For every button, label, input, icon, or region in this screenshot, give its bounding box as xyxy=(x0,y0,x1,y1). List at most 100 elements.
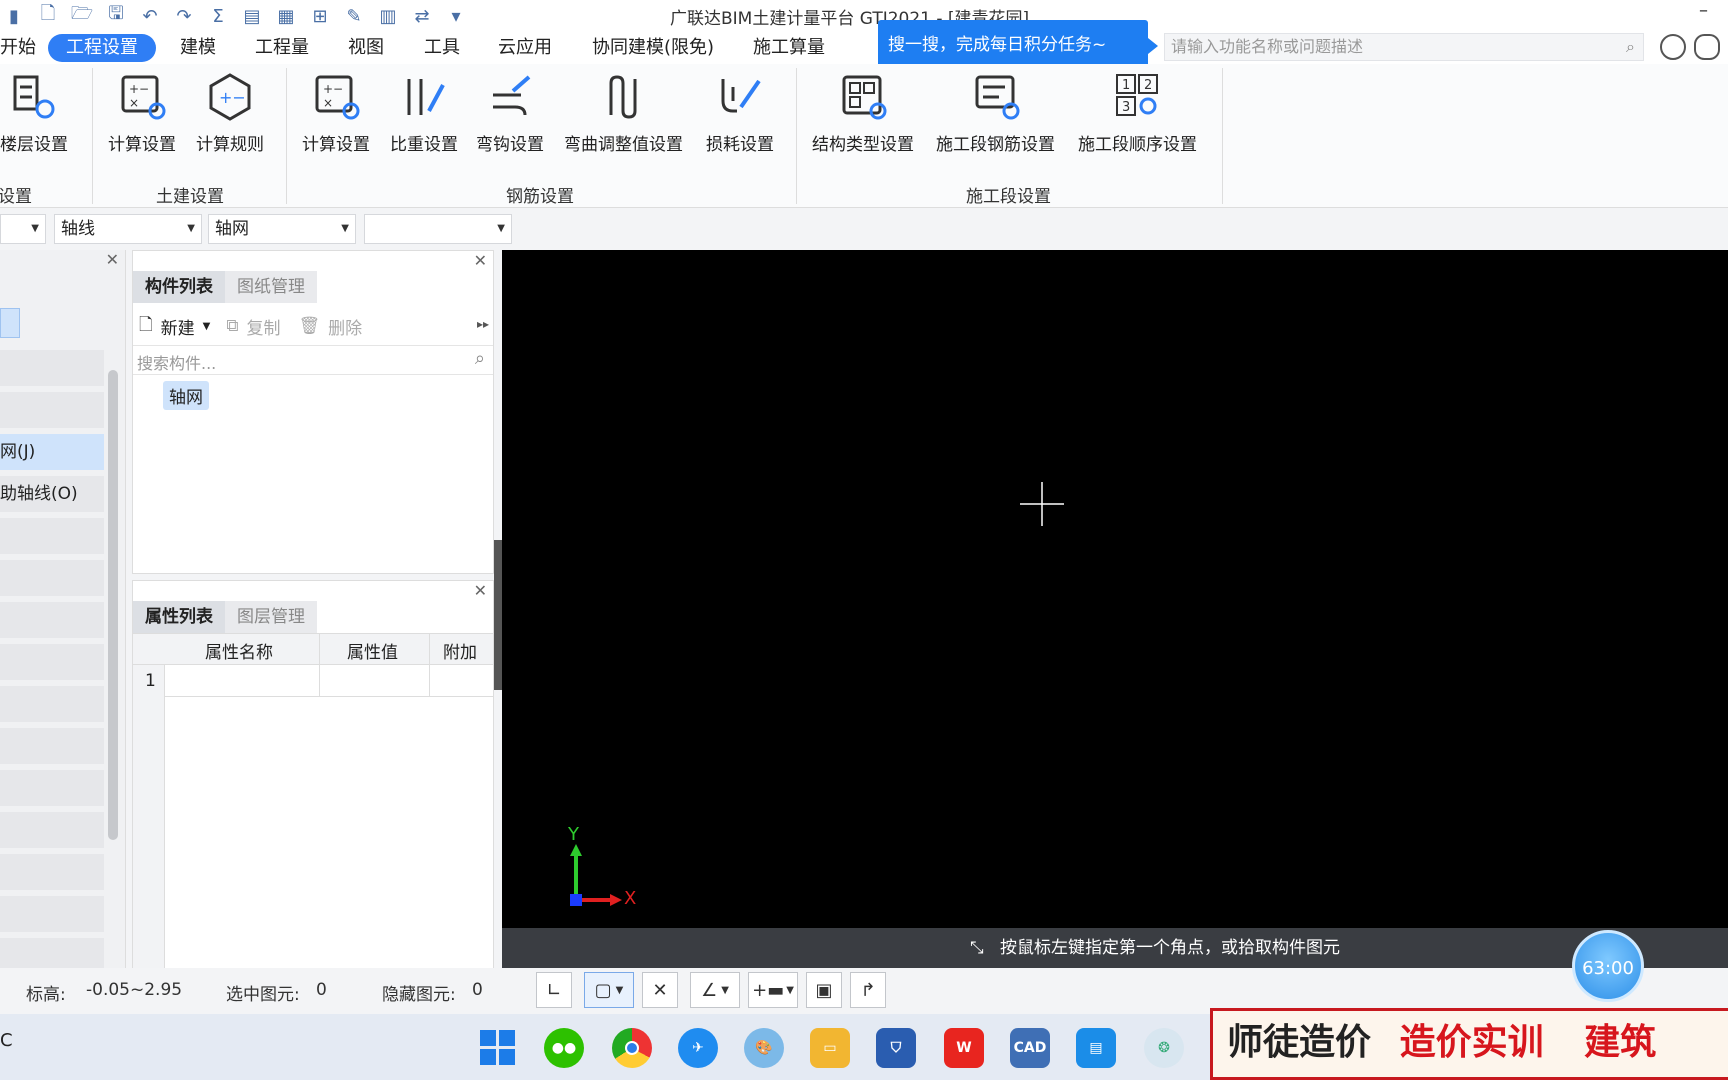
tab-property-list[interactable]: 属性列表 xyxy=(133,601,225,633)
tab-component-list[interactable]: 构件列表 xyxy=(133,271,225,303)
bend-adjust-settings-button[interactable]: 弯曲调整值设置 xyxy=(564,68,683,155)
col-extra: 附加 xyxy=(443,643,477,663)
nav-item[interactable] xyxy=(0,686,104,722)
menu-icon[interactable]: ▮ xyxy=(0,4,28,28)
new-button[interactable]: 新建 xyxy=(161,314,195,339)
redo-icon[interactable]: ↷ xyxy=(170,4,198,28)
hook-settings-button[interactable]: 弯钩设置 xyxy=(476,68,544,155)
component-search-input[interactable]: 搜索构件... ⌕ xyxy=(133,345,493,375)
minimize-button[interactable]: – xyxy=(1699,0,1708,21)
scrollbar[interactable] xyxy=(108,370,118,840)
nav-item[interactable] xyxy=(0,896,104,932)
nav-item[interactable] xyxy=(0,854,104,890)
cross-select-icon[interactable]: ✕ xyxy=(642,972,678,1008)
type-select[interactable]: 轴网 ▼ xyxy=(208,214,356,244)
search-icon[interactable]: ⌕ xyxy=(475,348,485,369)
more-icon[interactable]: ▸▸ xyxy=(477,317,489,331)
arc-icon[interactable]: ↱ xyxy=(850,972,886,1008)
menu-project-settings[interactable]: 工程设置 xyxy=(48,34,156,62)
component-select[interactable]: ▼ xyxy=(364,214,512,244)
chevron-down-icon[interactable]: ▼ xyxy=(203,321,211,332)
close-icon[interactable]: ✕ xyxy=(474,581,487,600)
chat-icon[interactable] xyxy=(1694,34,1720,60)
pen-icon[interactable]: ✎ xyxy=(340,4,368,28)
wechat-icon[interactable]: ●● xyxy=(544,1028,584,1068)
feishu-icon[interactable]: ✈ xyxy=(678,1028,718,1068)
nav-item-aux-axis[interactable]: 助轴线(O) xyxy=(0,476,104,512)
nav-item[interactable] xyxy=(0,518,104,554)
close-icon[interactable]: ✕ xyxy=(106,250,119,269)
save-icon[interactable]: 🖫 xyxy=(102,3,130,28)
wps-icon[interactable]: W xyxy=(944,1028,984,1068)
paint-icon[interactable]: 🎨 xyxy=(744,1028,784,1068)
floor-settings-button[interactable]: 楼层设置 xyxy=(0,68,68,155)
copy-button[interactable]: 复制 xyxy=(247,314,281,339)
offset-snap-icon[interactable]: +▬ ▼ xyxy=(748,972,798,1008)
nav-item[interactable] xyxy=(0,560,104,596)
nav-item-grid[interactable]: 网(J) xyxy=(0,434,104,470)
menu-construction[interactable]: 施工算量 xyxy=(743,34,835,62)
civil-calc-settings-button[interactable]: +− × 计算设置 xyxy=(108,68,176,155)
customize-dropdown-icon[interactable]: ▾ xyxy=(442,4,470,28)
sum-icon[interactable]: Σ xyxy=(204,4,232,28)
display-icon[interactable]: ▣ xyxy=(806,972,842,1008)
angle-snap-icon[interactable]: ∠ ▼ xyxy=(690,972,740,1008)
drawing-canvas[interactable]: Y X xyxy=(502,250,1728,928)
tab-layer-management[interactable]: 图层管理 xyxy=(225,601,317,633)
new-file-icon[interactable]: 🗋 xyxy=(34,3,62,28)
nav-item[interactable] xyxy=(0,812,104,848)
chrome-icon[interactable] xyxy=(612,1028,652,1068)
stage-rebar-settings-button[interactable]: 施工段钢筋设置 xyxy=(936,68,1055,155)
calc-rules-button[interactable]: +− 计算规则 xyxy=(196,68,264,155)
select-mode-icon[interactable]: ▢ ▼ xyxy=(584,972,634,1008)
nav-item[interactable] xyxy=(0,770,104,806)
undo-icon[interactable]: ↶ xyxy=(136,4,164,28)
grid-icon[interactable]: ⊞ xyxy=(306,4,334,28)
menu-quantity[interactable]: 工程量 xyxy=(245,34,319,62)
table-icon[interactable]: ▦ xyxy=(272,4,300,28)
nav-item[interactable] xyxy=(0,602,104,638)
menu-collab[interactable]: 协同建模(限免) xyxy=(582,34,724,62)
weight-settings-button[interactable]: 比重设置 xyxy=(390,68,458,155)
splitter-handle[interactable] xyxy=(494,540,502,690)
category-select[interactable]: 轴线 ▼ xyxy=(54,214,202,244)
nav-item[interactable] xyxy=(0,392,104,428)
user-icon[interactable] xyxy=(1660,34,1686,60)
menu-tools[interactable]: 工具 xyxy=(414,34,470,62)
nav-item[interactable] xyxy=(0,350,104,386)
search-icon[interactable]: ⌕ xyxy=(1626,34,1635,60)
component-item-grid[interactable]: 轴网 xyxy=(163,381,209,410)
menu-cloud[interactable]: 云应用 xyxy=(488,34,562,62)
file-explorer-icon[interactable]: ▭ xyxy=(810,1028,850,1068)
open-folder-icon[interactable]: 🗁 xyxy=(68,3,96,28)
cad-icon[interactable]: CAD xyxy=(1010,1028,1050,1068)
loss-settings-button[interactable]: 损耗设置 xyxy=(706,68,774,155)
collapse-icon[interactable]: ⤡ xyxy=(970,928,984,968)
app-swirl-icon[interactable]: ❂ xyxy=(1144,1028,1184,1068)
menu-view[interactable]: 视图 xyxy=(338,34,394,62)
list-view-icon[interactable] xyxy=(0,308,20,338)
security-shield-icon[interactable]: ⛉ xyxy=(876,1028,916,1068)
stage-order-settings-button[interactable]: 123 施工段顺序设置 xyxy=(1078,68,1197,155)
nav-item[interactable] xyxy=(0,644,104,680)
tab-drawing-management[interactable]: 图纸管理 xyxy=(225,271,317,303)
table-row[interactable] xyxy=(165,665,493,697)
convert-icon[interactable]: ⇄ xyxy=(408,4,436,28)
col-property-name: 属性名称 xyxy=(205,643,273,663)
menu-start[interactable]: 开始 xyxy=(0,34,46,62)
menu-modeling[interactable]: 建模 xyxy=(170,34,226,62)
structure-type-settings-button[interactable]: 结构类型设置 xyxy=(812,68,914,155)
timer-badge[interactable]: 63:00 xyxy=(1572,930,1644,1002)
search-input[interactable]: 请输入功能名称或问题描述 ⌕ xyxy=(1164,33,1644,61)
ruler-icon[interactable]: ▥ xyxy=(374,4,402,28)
rebar-calc-settings-button[interactable]: +− × 计算设置 xyxy=(302,68,370,155)
report-icon[interactable]: ▤ xyxy=(238,4,266,28)
delete-button[interactable]: 删除 xyxy=(328,314,362,339)
windows-start-icon[interactable] xyxy=(478,1028,518,1068)
floor-select[interactable]: ▼ xyxy=(0,214,46,244)
search-tip-bubble[interactable]: 搜一搜，完成每日积分任务~ xyxy=(878,20,1158,70)
ortho-toggle-icon[interactable]: ∟ xyxy=(536,972,572,1008)
notes-icon[interactable]: ▤ xyxy=(1076,1028,1116,1068)
nav-item[interactable] xyxy=(0,728,104,764)
close-icon[interactable]: ✕ xyxy=(474,251,487,270)
